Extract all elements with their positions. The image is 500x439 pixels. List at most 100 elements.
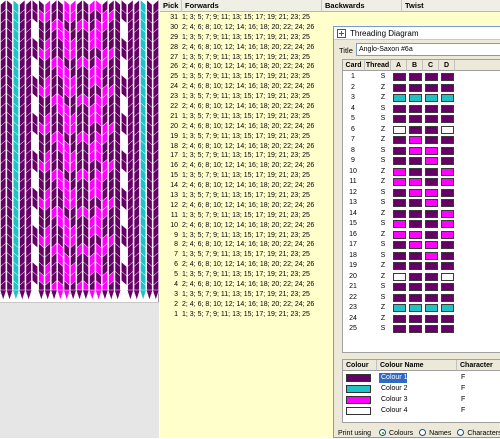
hole-c-cell[interactable]	[425, 325, 438, 333]
card-row[interactable]: 8S	[343, 146, 500, 156]
pick-column-header[interactable]: Pick	[160, 0, 182, 12]
card-thread-direction[interactable]: Z	[376, 230, 390, 240]
colour-character[interactable]: F	[461, 373, 465, 383]
card-thread-direction[interactable]: Z	[376, 261, 390, 271]
hole-a-cell[interactable]	[393, 157, 406, 165]
card-thread-direction[interactable]: Z	[376, 83, 390, 93]
card-row[interactable]: 21 S	[343, 282, 500, 292]
card-row[interactable]: 25 S	[343, 324, 500, 334]
hole-b-cell[interactable]	[409, 188, 422, 197]
hole-b-cell[interactable]	[409, 293, 422, 302]
title-input[interactable]: Anglo-Saxon #6a	[356, 43, 500, 56]
card-thread-direction[interactable]: S	[376, 282, 390, 292]
hole-c-cell[interactable]	[425, 220, 438, 228]
hole-d-cell[interactable]	[441, 157, 454, 165]
card-row[interactable]: 19 Z	[343, 261, 500, 271]
card-thread-direction[interactable]: S	[376, 198, 390, 208]
card-row[interactable]: 18 S	[343, 251, 500, 261]
card-thread-direction[interactable]: S	[376, 72, 390, 82]
hole-c-cell[interactable]	[425, 125, 438, 134]
hole-a-cell[interactable]	[393, 304, 406, 312]
card-row[interactable]: 12 S	[343, 188, 500, 198]
hole-d-cell[interactable]	[441, 73, 454, 81]
hole-d-cell[interactable]	[441, 251, 454, 260]
colour-character[interactable]: F	[461, 384, 465, 394]
print-option-names[interactable]: Names	[419, 429, 451, 437]
card-row[interactable]: 4S	[343, 104, 500, 114]
hole-b-cell[interactable]	[409, 73, 422, 81]
hole-a-cell[interactable]	[393, 178, 406, 186]
legend-row[interactable]: Colour 3 F	[343, 395, 500, 405]
hole-b-cell[interactable]	[409, 314, 422, 323]
hole-c-cell[interactable]	[425, 178, 438, 186]
card-row[interactable]: 5S	[343, 114, 500, 124]
hole-c-cell[interactable]	[425, 188, 438, 197]
card-row[interactable]: 1S	[343, 72, 500, 82]
legend-row[interactable]: Colour 1 F	[343, 373, 500, 383]
hole-d-cell[interactable]	[441, 104, 454, 113]
hole-d-cell[interactable]	[441, 83, 454, 92]
card-thread-direction[interactable]: S	[376, 240, 390, 250]
hole-a-cell[interactable]	[393, 220, 406, 228]
print-option-colours[interactable]: Colours	[379, 429, 413, 437]
hole-b-cell[interactable]	[409, 199, 422, 207]
hole-c-cell[interactable]	[425, 230, 438, 239]
hole-a-cell[interactable]	[393, 314, 406, 323]
card-thread-direction[interactable]: Z	[376, 135, 390, 145]
card-thread-direction[interactable]: S	[376, 114, 390, 124]
hole-a-cell[interactable]	[393, 73, 406, 81]
window-titlebar[interactable]: Threading Diagram	[334, 27, 500, 40]
colour-swatch[interactable]	[346, 385, 371, 393]
backwards-column-header[interactable]: Backwards	[322, 0, 402, 12]
hole-d-cell[interactable]	[441, 167, 454, 176]
card-row[interactable]: 22 S	[343, 293, 500, 303]
hole-d-cell[interactable]	[441, 136, 454, 144]
hole-a-cell[interactable]	[393, 136, 406, 144]
colour-swatch[interactable]	[346, 407, 371, 415]
hole-a-cell[interactable]	[393, 83, 406, 92]
hole-c-cell[interactable]	[425, 83, 438, 92]
hole-b-cell[interactable]	[409, 157, 422, 165]
card-row[interactable]: 11 Z	[343, 177, 500, 187]
hole-a-cell[interactable]	[393, 146, 406, 155]
hole-b-cell[interactable]	[409, 304, 422, 312]
colour-name[interactable]: Colour 2	[379, 384, 407, 394]
card-thread-direction[interactable]: Z	[376, 93, 390, 103]
hole-d-cell[interactable]	[441, 146, 454, 155]
hole-a-cell[interactable]	[393, 230, 406, 239]
hole-d-cell[interactable]	[441, 293, 454, 302]
hole-d-cell[interactable]	[441, 314, 454, 323]
hole-d-cell[interactable]	[441, 199, 454, 207]
hole-a-cell[interactable]	[393, 251, 406, 260]
hole-c-cell[interactable]	[425, 314, 438, 323]
radio-button-icon[interactable]	[457, 429, 465, 436]
card-thread-direction[interactable]: Z	[376, 177, 390, 187]
hole-d-cell[interactable]	[441, 283, 454, 291]
card-thread-direction[interactable]: S	[376, 188, 390, 198]
card-row[interactable]: 23 Z	[343, 303, 500, 313]
pick-row[interactable]: 31 1; 3; 5; 7; 9; 11; 13; 15; 17; 19; 21;…	[160, 13, 500, 23]
colour-name[interactable]: Colour 3	[379, 395, 407, 405]
card-row[interactable]: 3Z	[343, 93, 500, 103]
legend-row[interactable]: Colour 4 F	[343, 406, 500, 416]
hole-c-cell[interactable]	[425, 146, 438, 155]
hole-a-cell[interactable]	[393, 125, 406, 134]
card-thread-direction[interactable]: S	[376, 324, 390, 334]
hole-b-cell[interactable]	[409, 94, 422, 102]
forwards-column-header[interactable]: Forwards	[182, 0, 322, 12]
hole-b-cell[interactable]	[409, 209, 422, 218]
hole-d-cell[interactable]	[441, 325, 454, 333]
card-row[interactable]: 15 S	[343, 219, 500, 229]
card-thread-direction[interactable]: Z	[376, 209, 390, 219]
colour-name[interactable]: Colour 4	[379, 406, 407, 416]
card-thread-direction[interactable]: Z	[376, 125, 390, 135]
hole-b-cell[interactable]	[409, 104, 422, 113]
radio-button-icon[interactable]	[379, 429, 387, 436]
threading-diagram-window[interactable]: Threading Diagram Title Anglo-Saxon #6a …	[333, 26, 500, 438]
card-row[interactable]: 2Z	[343, 83, 500, 93]
hole-a-cell[interactable]	[393, 293, 406, 302]
card-row[interactable]: 17 S	[343, 240, 500, 250]
hole-d-cell[interactable]	[441, 188, 454, 197]
hole-d-cell[interactable]	[441, 262, 454, 270]
hole-b-cell[interactable]	[409, 272, 422, 281]
